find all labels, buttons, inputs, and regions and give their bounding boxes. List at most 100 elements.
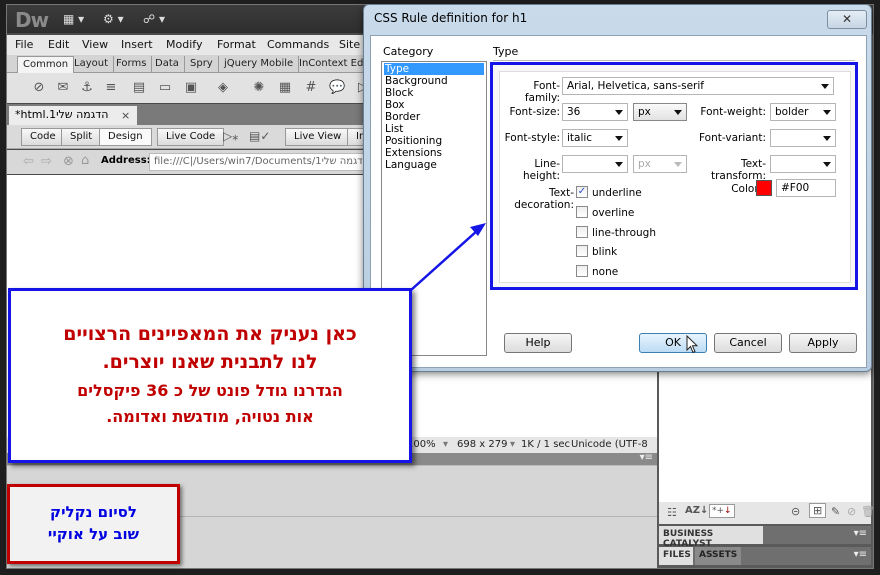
chevron-down-icon: [674, 110, 682, 115]
set-properties-view-icon[interactable]: *+↓: [709, 504, 735, 518]
font-style-select[interactable]: italic: [562, 129, 628, 147]
panel-menu-icon[interactable]: ▾≡: [854, 549, 867, 560]
category-item-positioning[interactable]: Positioning: [384, 135, 484, 147]
menu-file[interactable]: File: [15, 38, 33, 51]
trash-icon[interactable]: 🗑: [861, 505, 875, 518]
annotation-callout: כאן נעניק את המאפיינים הרצויים לנו לתבני…: [8, 288, 412, 463]
category-item-border[interactable]: Border: [384, 111, 484, 123]
help-button[interactable]: Help: [504, 333, 572, 353]
tab-files[interactable]: FILES: [659, 547, 693, 565]
menu-edit[interactable]: Edit: [48, 38, 69, 51]
media-icon[interactable]: ◈: [215, 80, 231, 96]
underline-checkbox[interactable]: ✓: [576, 186, 588, 198]
callout-line: לנו לתבנית שאנו יוצרים.: [102, 351, 318, 373]
line-height-select[interactable]: [562, 155, 628, 173]
category-item-extensions[interactable]: Extensions: [384, 147, 484, 159]
category-item-type[interactable]: Type: [384, 63, 484, 75]
server-side-include-icon[interactable]: #: [303, 80, 319, 96]
browser-check-icon[interactable]: ▤✓: [249, 129, 270, 143]
category-item-list[interactable]: List: [384, 123, 484, 135]
alpha-view-icon[interactable]: AZ↓: [685, 505, 708, 516]
line-through-checkbox[interactable]: [576, 226, 588, 238]
menu-format[interactable]: Format: [217, 38, 256, 51]
tab-data[interactable]: Data: [150, 56, 185, 73]
hyperlink-icon[interactable]: ⊘: [31, 80, 47, 96]
font-size-select[interactable]: 36: [562, 103, 628, 121]
comment-icon[interactable]: 💬: [329, 80, 345, 96]
panel-menu-icon[interactable]: ▾≡: [640, 452, 653, 463]
gear-icon[interactable]: ⚙ ▾: [103, 12, 124, 26]
font-family-select[interactable]: Arial, Helvetica, sans-serif: [562, 77, 834, 95]
font-size-unit-select[interactable]: px: [633, 103, 687, 121]
tab-spry[interactable]: Spry: [185, 56, 219, 73]
category-item-language[interactable]: Language: [384, 159, 484, 171]
color-swatch[interactable]: [756, 180, 772, 196]
download-time: 1K / 1 sec: [521, 439, 571, 450]
category-item-block[interactable]: Block: [384, 87, 484, 99]
font-weight-select[interactable]: bolder: [770, 103, 836, 121]
layout-menu-icon[interactable]: ▦ ▾: [63, 12, 84, 26]
design-view-button[interactable]: Design: [99, 128, 152, 146]
apply-button[interactable]: Apply: [789, 333, 857, 353]
close-icon[interactable]: ✕: [827, 10, 867, 29]
menu-site[interactable]: Site: [339, 38, 360, 51]
widget-icon[interactable]: ✺: [251, 80, 267, 96]
color-input[interactable]: #F00: [776, 179, 836, 197]
live-view-button[interactable]: Live View: [285, 128, 351, 146]
new-rule-icon[interactable]: ⊞: [809, 503, 827, 518]
font-size-label: Font-size:: [509, 106, 560, 118]
edit-rule-icon[interactable]: ✎: [831, 505, 840, 518]
window-size-select[interactable]: 698 x 279: [457, 439, 507, 450]
close-tab-icon[interactable]: ×: [121, 109, 130, 122]
tab-business-catalyst[interactable]: BUSINESS CATALYST: [659, 526, 763, 549]
category-item-background[interactable]: Background: [384, 75, 484, 87]
font-variant-select[interactable]: [770, 129, 836, 147]
menu-commands[interactable]: Commands: [267, 38, 329, 51]
tab-forms[interactable]: Forms: [111, 56, 153, 73]
overline-label: overline: [592, 207, 635, 219]
text-transform-select[interactable]: [770, 155, 836, 173]
attach-stylesheet-icon[interactable]: ⊝: [791, 505, 800, 518]
image-icon[interactable]: ▣: [183, 80, 199, 96]
stop-icon[interactable]: ⊗: [63, 154, 74, 169]
font-weight-label: Font-weight:: [700, 106, 766, 118]
home-icon[interactable]: ⌂: [81, 153, 89, 168]
disable-icon[interactable]: ⊘: [847, 505, 856, 518]
named-anchor-icon[interactable]: ⚓: [79, 80, 95, 96]
underline-label: underline: [592, 187, 642, 199]
email-link-icon[interactable]: ✉: [55, 80, 71, 96]
window-size-dropdown-icon[interactable]: ▾: [510, 439, 515, 450]
inspect-icon[interactable]: ▷⁎: [223, 129, 238, 143]
back-icon[interactable]: ⇦: [23, 154, 34, 169]
files-panel-header: FILES ASSETS ▾≡: [659, 547, 871, 565]
menu-modify[interactable]: Modify: [166, 38, 202, 51]
menu-view[interactable]: View: [82, 38, 108, 51]
category-view-icon[interactable]: ☷: [667, 506, 677, 519]
horizontal-rule-icon[interactable]: ≡: [103, 80, 119, 96]
none-checkbox[interactable]: [576, 265, 588, 277]
blink-checkbox[interactable]: [576, 245, 588, 257]
panel-menu-icon[interactable]: ▾≡: [854, 528, 867, 539]
date-icon[interactable]: ▦: [277, 80, 293, 96]
table-icon[interactable]: ▤: [131, 80, 147, 96]
font-weight-value: bolder: [775, 106, 809, 118]
chevron-down-icon: [615, 162, 623, 167]
div-icon[interactable]: ▭: [157, 80, 173, 96]
forward-icon[interactable]: ⇨: [41, 154, 52, 169]
menu-insert[interactable]: Insert: [121, 38, 153, 51]
tab-assets[interactable]: ASSETS: [695, 547, 741, 565]
font-size-value: 36: [567, 106, 581, 118]
site-menu-icon[interactable]: ☍ ▾: [143, 12, 165, 26]
code-view-button[interactable]: Code: [21, 128, 65, 146]
overline-checkbox[interactable]: [576, 206, 588, 218]
zoom-dropdown-icon[interactable]: ▾: [443, 439, 448, 450]
document-tab[interactable]: הדגמה שלי1.html* ×: [9, 106, 137, 125]
line-height-unit-select: px: [633, 155, 687, 173]
tab-layout[interactable]: Layout: [69, 56, 114, 73]
tab-common[interactable]: Common: [17, 56, 75, 73]
live-code-button[interactable]: Live Code: [157, 128, 225, 146]
split-view-button[interactable]: Split: [61, 128, 102, 146]
category-item-box[interactable]: Box: [384, 99, 484, 111]
cancel-button[interactable]: Cancel: [714, 333, 782, 353]
tab-jquery-mobile[interactable]: jQuery Mobile: [219, 56, 300, 73]
